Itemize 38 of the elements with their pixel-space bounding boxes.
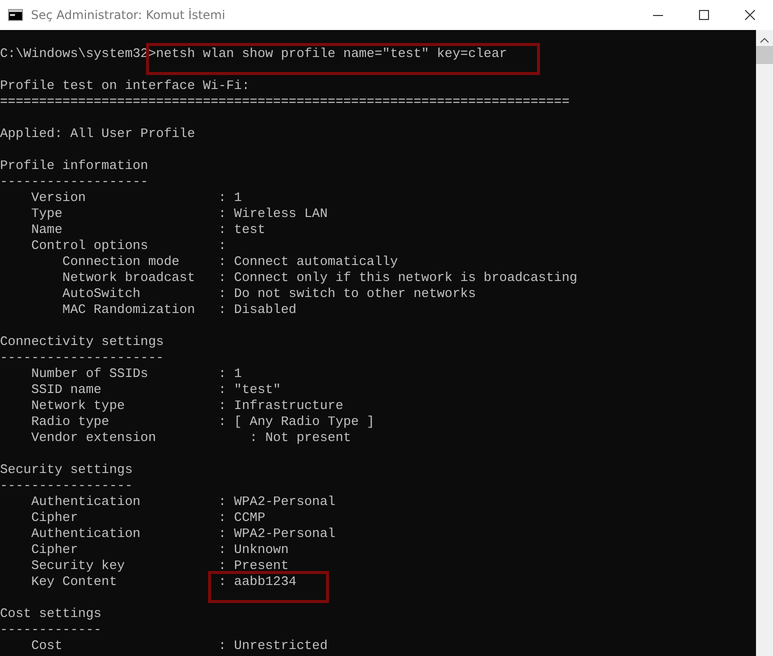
console-text: Cost settings (0, 606, 102, 621)
console-text: Radio type : [ Any Radio Type ] (30, 414, 374, 429)
console-text: Cost : Unrestricted (30, 638, 328, 653)
maximize-icon (699, 10, 709, 20)
console-text: Version : 1 (30, 190, 242, 205)
console-app-icon (8, 9, 23, 21)
console-text: Applied: All User Profile (0, 126, 196, 141)
console-text: Security settings (0, 462, 133, 477)
console-text: Profile information (0, 158, 148, 173)
console-text: Number of SSIDs : 1 (30, 366, 242, 381)
console-text: ========================================================================= (0, 94, 570, 109)
console-text: AutoSwitch : Do not switch to other networks (61, 286, 476, 301)
console-text: Vendor extension : Not present (30, 430, 352, 445)
console-text: ------------------- (0, 174, 148, 189)
console-text: Profile test on interface Wi-Fi: (0, 78, 250, 93)
console-text: SSID name : "test" (30, 382, 281, 397)
console-text: Cipher : CCMP (30, 510, 266, 525)
console-text: Type : Wireless LAN (30, 206, 328, 221)
console-text: Authentication : WPA2-Personal (30, 494, 336, 509)
console-text: Key Content (30, 574, 118, 589)
console-text: Connectivity settings (0, 334, 164, 349)
console-text: Authentication : WPA2-Personal (30, 526, 336, 541)
window-title: Seç Administrator: Komut İstemi (31, 7, 226, 24)
console-text: ----------------- (0, 478, 133, 493)
console-text: Security key : Present (30, 558, 289, 573)
console-text: Network type : Infrastructure (30, 398, 344, 413)
console-text: MAC Randomization : Disabled (61, 302, 296, 317)
highlighted-text: : aabb1234 (208, 571, 330, 603)
console-text: Name : test (30, 222, 266, 237)
console-text: Connection mode : Connect automatically (61, 254, 398, 269)
close-icon (745, 10, 755, 20)
console-text: Network broadcast : Connect only if this network is broadcasting (61, 270, 578, 285)
scrollbar-thumb[interactable] (756, 46, 773, 64)
console-text: ------------- (0, 622, 102, 637)
console-text: Cipher : Unknown (30, 542, 289, 557)
console-text: --------------------- (0, 350, 164, 365)
console-text: Control options : (30, 238, 226, 253)
scroll-up-icon[interactable] (760, 38, 769, 43)
